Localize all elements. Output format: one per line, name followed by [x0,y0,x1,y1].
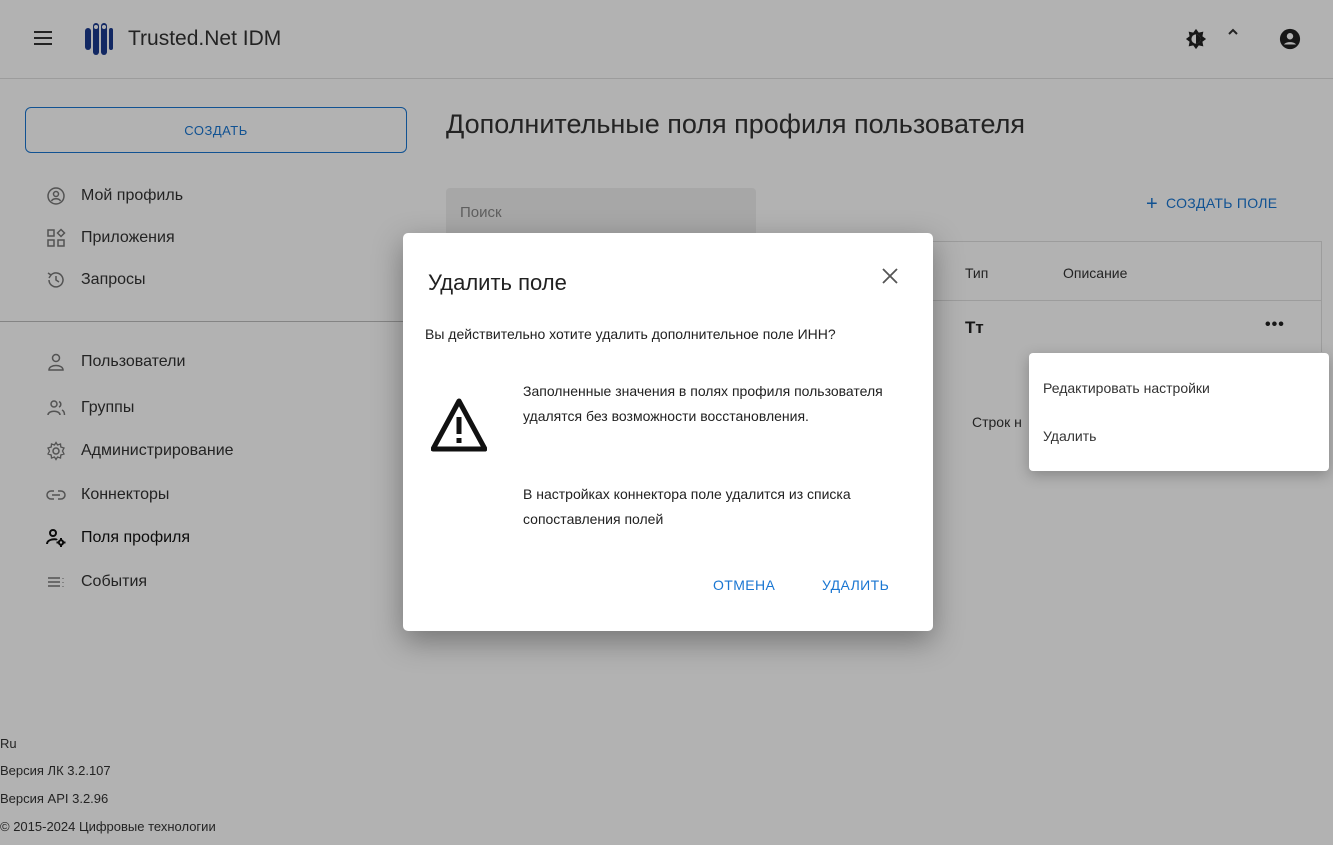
menu-item-edit-settings[interactable]: Редактировать настройки [1043,380,1210,396]
delete-button[interactable]: УДАЛИТЬ [822,577,889,593]
warning-icon [431,398,487,452]
close-icon[interactable] [877,263,903,289]
dialog-warning-text: Заполненные значения в полях профиля пол… [523,383,883,424]
dialog-question: Вы действительно хотите удалить дополнит… [425,326,836,342]
context-menu: Редактировать настройки Удалить [1029,353,1329,471]
delete-field-dialog: Удалить поле Вы действительно хотите уда… [403,233,933,631]
dialog-title: Удалить поле [428,270,567,295]
dialog-connector-note: В настройках коннектора поле удалится из… [523,486,851,527]
menu-item-delete[interactable]: Удалить [1043,428,1096,444]
cancel-button[interactable]: ОТМЕНА [713,577,775,593]
